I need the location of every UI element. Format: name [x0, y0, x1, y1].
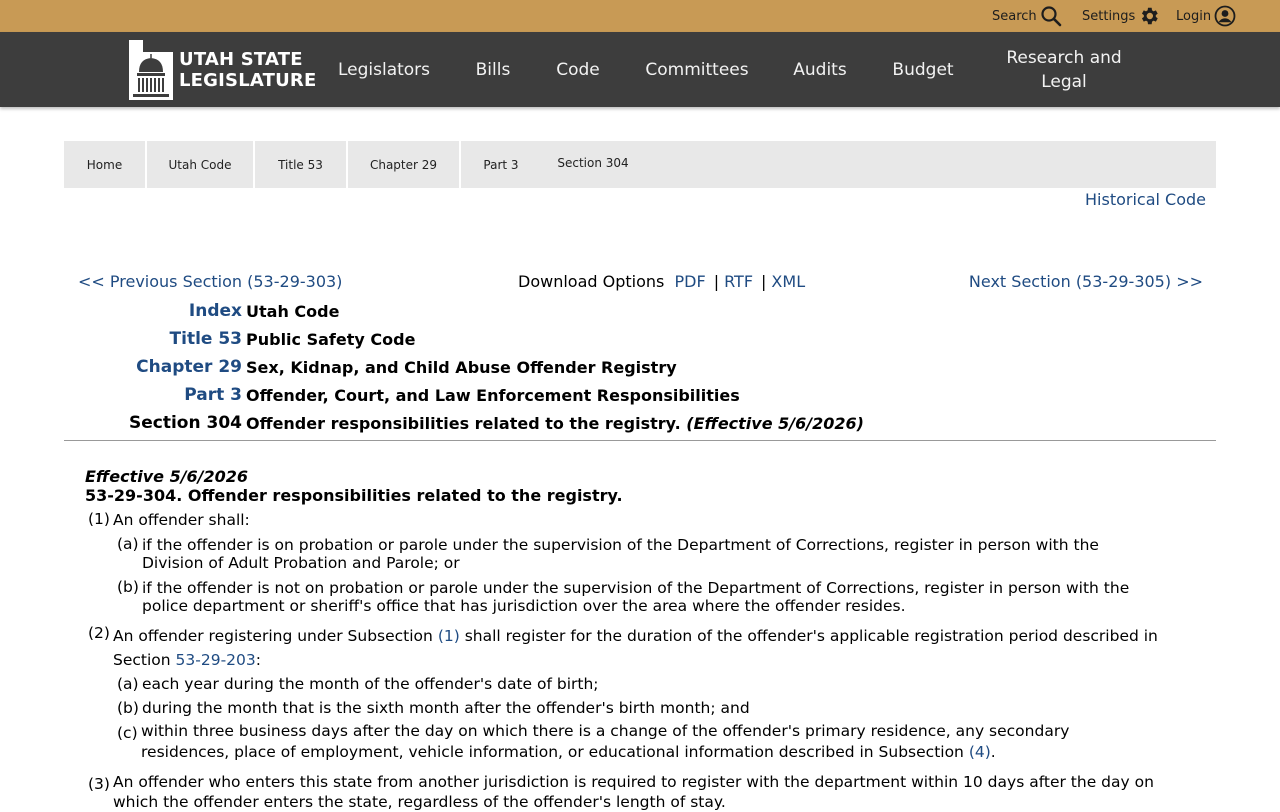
text-line: residences, place of employment, vehicle…: [141, 742, 1069, 763]
subsection-text: within three business days after the day…: [141, 721, 1069, 763]
subsection-text: An offender who enters this state from a…: [113, 772, 1154, 812]
capitol-logo-icon: [129, 40, 173, 100]
search-button[interactable]: Search: [992, 0, 1062, 32]
subsection-text: each year during the month of the offend…: [142, 675, 599, 693]
login-button[interactable]: Login: [1176, 0, 1236, 32]
text-line: Section 53-29-203:: [113, 648, 1158, 672]
text-line: which the offender enters the state, reg…: [113, 793, 726, 811]
text-fragment: residences, place of employment, vehicle…: [141, 743, 964, 761]
settings-label: Settings: [1082, 8, 1136, 24]
heading-row-index: Index Utah Code: [64, 297, 864, 325]
index-link[interactable]: Index: [64, 297, 246, 325]
login-label: Login: [1176, 8, 1212, 24]
heading-row-part: Part 3 Offender, Court, and Law Enforcem…: [64, 381, 864, 409]
text-fragment: shall register for the duration of the o…: [464, 627, 1158, 645]
text-line: if the offender is on probation or parol…: [142, 536, 1099, 554]
subsection-number: (c): [117, 724, 138, 742]
historical-code-link[interactable]: Historical Code: [1085, 190, 1206, 209]
subsection-number: (1): [88, 510, 110, 528]
subsection-text: if the offender is not on probation or p…: [142, 579, 1129, 615]
text-line: if the offender is not on probation or p…: [142, 579, 1130, 597]
search-label: Search: [992, 8, 1037, 24]
nav-bills[interactable]: Bills: [460, 32, 526, 107]
chapter-link[interactable]: Chapter 29: [64, 353, 246, 381]
search-icon: [1041, 6, 1061, 27]
download-separator: |: [761, 272, 767, 291]
download-xml-link[interactable]: XML: [771, 272, 805, 291]
nav-research-and-legal[interactable]: Research and Legal: [1000, 32, 1128, 107]
section-effective-date: (Effective 5/6/2026): [686, 413, 864, 433]
logo-line-1: UTAH STATE: [179, 49, 303, 70]
subsection-4-link[interactable]: (4): [969, 743, 991, 761]
subsection-number: (b): [117, 578, 139, 596]
heading-row-title: Title 53 Public Safety Code: [64, 325, 864, 353]
text-fragment: Section: [113, 651, 171, 669]
site-logo[interactable]: UTAH STATE LEGISLATURE: [127, 40, 316, 100]
part-link[interactable]: Part 3: [64, 381, 246, 409]
logo-line-2: LEGISLATURE: [179, 70, 317, 91]
gear-icon: [1142, 7, 1159, 25]
breadcrumb: Home Utah Code Title 53 Chapter 29 Part …: [64, 141, 1216, 188]
text-line: An offender who enters this state from a…: [113, 773, 1154, 791]
subsection-text: An offender shall:: [113, 511, 250, 529]
subsection-number: (b): [117, 699, 139, 717]
breadcrumb-current-section: Section 304: [557, 155, 629, 170]
effective-date-heading: Effective 5/6/2026: [85, 467, 249, 486]
section-label: Section 304: [129, 413, 242, 433]
breadcrumb-home[interactable]: Home: [64, 141, 145, 188]
next-section-link[interactable]: Next Section (53-29-305) >>: [969, 272, 1203, 291]
title-value: Public Safety Code: [246, 329, 416, 349]
settings-button[interactable]: Settings: [1082, 0, 1160, 32]
code-heading-table: Index Utah Code Title 53 Public Safety C…: [64, 297, 864, 437]
nav-budget[interactable]: Budget: [882, 32, 964, 107]
utility-bar: Search Settings Login: [0, 0, 1280, 32]
subsection-number: (2): [88, 624, 110, 642]
section-title: 53-29-304. Offender responsibilities rel…: [85, 486, 623, 505]
text-fragment: :: [255, 651, 261, 669]
section-53-29-203-link[interactable]: 53-29-203: [176, 651, 256, 669]
subsection-text: if the offender is on probation or parol…: [142, 536, 1099, 572]
download-pdf-link[interactable]: PDF: [675, 272, 706, 291]
part-value: Offender, Court, and Law Enforcement Res…: [246, 385, 740, 405]
heading-row-chapter: Chapter 29 Sex, Kidnap, and Child Abuse …: [64, 353, 864, 381]
section-value-text: Offender responsibilities related to the…: [246, 413, 681, 433]
breadcrumb-utah-code[interactable]: Utah Code: [147, 141, 253, 188]
nav-audits[interactable]: Audits: [782, 32, 858, 107]
subsection-1-link[interactable]: (1): [438, 627, 460, 645]
breadcrumb-title-53[interactable]: Title 53: [255, 141, 346, 188]
text-line: An offender registering under Subsection…: [113, 624, 1158, 648]
subsection-number: (a): [117, 535, 139, 553]
subsection-text: An offender registering under Subsection…: [113, 624, 1158, 672]
text-line: police department or sheriff's office th…: [142, 597, 906, 615]
section-value: Offender responsibilities related to the…: [246, 409, 864, 437]
heading-row-section: Section 304 Offender responsibilities re…: [64, 409, 864, 437]
text-fragment: .: [990, 743, 996, 761]
nav-committees[interactable]: Committees: [636, 32, 758, 107]
title-link[interactable]: Title 53: [64, 325, 246, 353]
previous-section-link[interactable]: << Previous Section (53-29-303): [78, 272, 342, 291]
text-fragment: An offender registering under Subsection: [113, 627, 433, 645]
user-icon: [1214, 5, 1236, 27]
subsection-number: (a): [117, 675, 139, 693]
download-separator: |: [713, 272, 720, 291]
text-line: Division of Adult Probation and Parole; …: [142, 554, 460, 572]
breadcrumb-chapter-29[interactable]: Chapter 29: [348, 141, 459, 188]
nav-code[interactable]: Code: [545, 32, 611, 107]
nav-legislators[interactable]: Legislators: [330, 32, 438, 107]
download-options-label: Download Options: [518, 272, 665, 291]
download-options: Download Options PDF | RTF | XML: [518, 272, 805, 291]
section-divider: [64, 440, 1216, 441]
download-rtf-link[interactable]: RTF: [724, 272, 753, 291]
chapter-value: Sex, Kidnap, and Child Abuse Offender Re…: [246, 357, 677, 377]
logo-text: UTAH STATE LEGISLATURE: [179, 49, 316, 91]
text-line: within three business days after the day…: [141, 722, 1070, 740]
main-nav: UTAH STATE LEGISLATURE Legislators Bills…: [0, 32, 1280, 107]
index-value: Utah Code: [246, 301, 340, 321]
subsection-number: (3): [88, 775, 110, 793]
subsection-text: during the month that is the sixth month…: [142, 699, 750, 717]
